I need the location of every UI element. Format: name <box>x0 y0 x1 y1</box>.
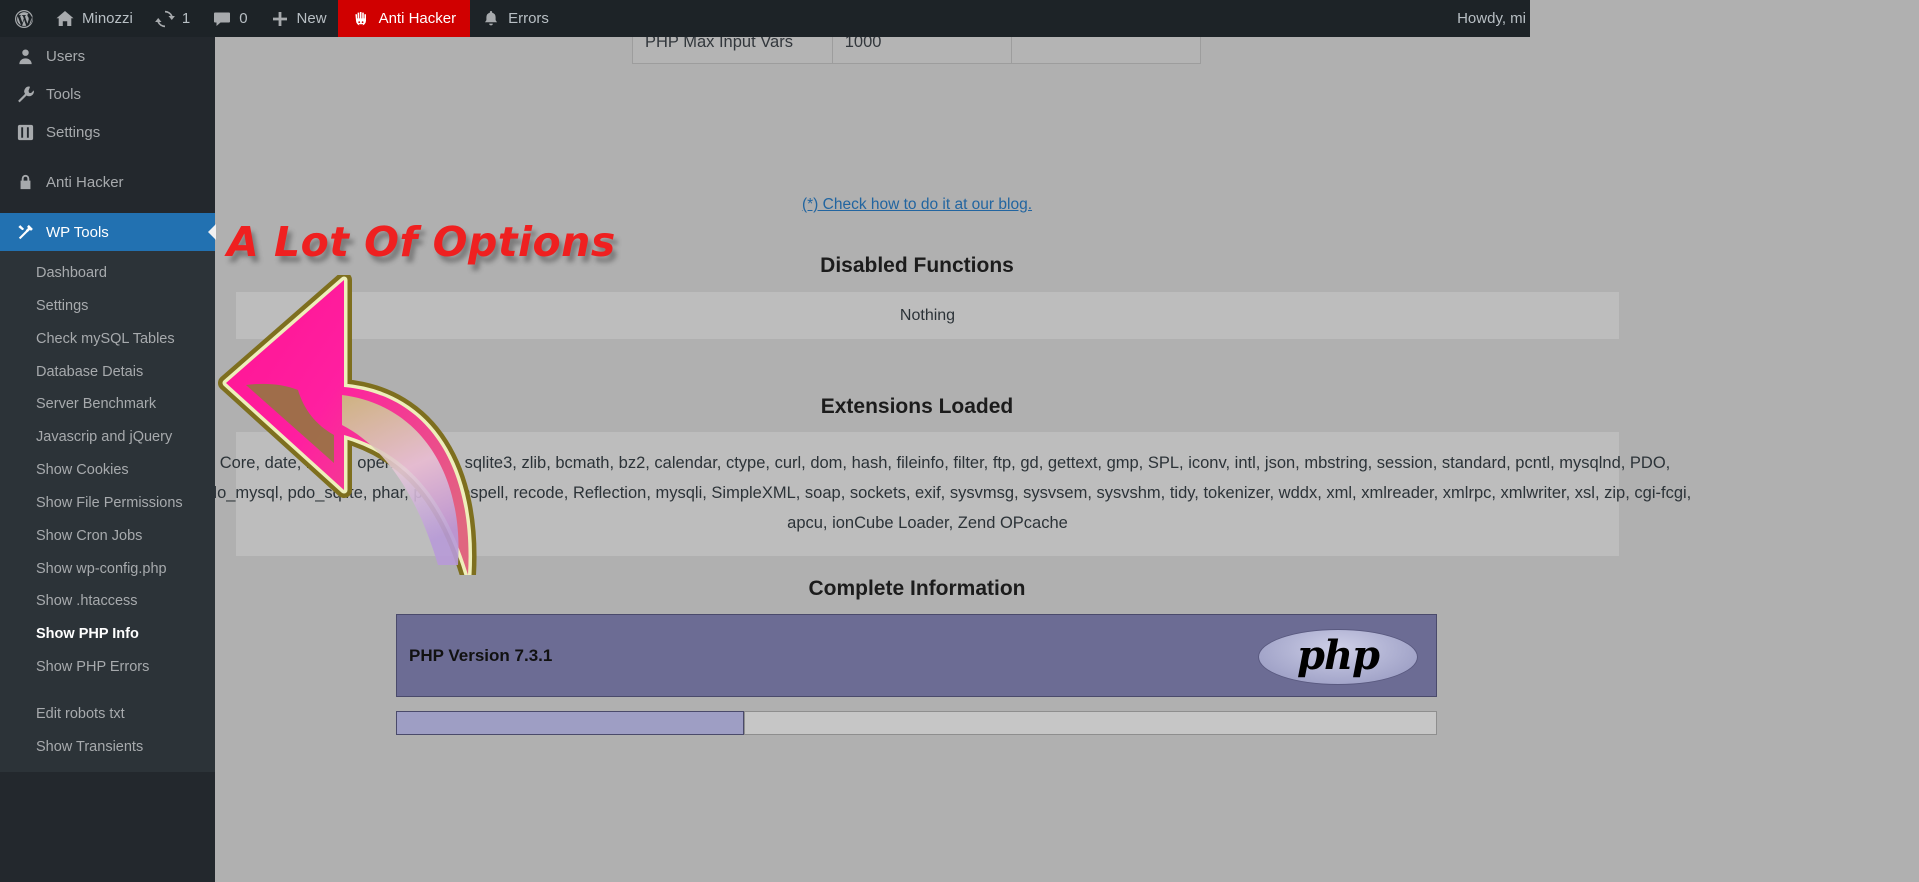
adminbar-updates-count: 1 <box>181 10 191 27</box>
adminbar-errors[interactable]: Errors <box>470 0 560 37</box>
sidebar-item-anti-hacker[interactable]: Anti Hacker <box>0 163 215 201</box>
adminbar-site-label: Minozzi <box>82 10 133 27</box>
lock-icon <box>14 171 36 193</box>
updates-icon <box>154 9 175 29</box>
complete-information-title: Complete Information <box>808 577 1026 600</box>
disabled-functions-body: Nothing <box>236 292 1619 339</box>
sidebar-item-label: Users <box>46 47 86 65</box>
annotation-text: A Lot Of Options <box>227 218 616 266</box>
php-info-strip <box>396 711 1437 735</box>
adminbar-new-label: New <box>296 10 327 27</box>
submenu-item-show-cron-jobs[interactable]: Show Cron Jobs <box>0 520 215 553</box>
extensions-line-1: Core, date, libxml, openssl, pcre, sqlit… <box>219 454 1671 472</box>
adminbar-site-name[interactable]: Minozzi <box>44 0 144 37</box>
sidebar-item-tools[interactable]: Tools <box>0 75 215 113</box>
php-info-strip-right <box>744 711 1437 735</box>
submenu-divider <box>0 684 215 698</box>
sliders-icon <box>14 121 36 143</box>
submenu-item-database-details[interactable]: Database Detais <box>0 356 215 389</box>
admin-sidebar: Users Tools Settings Anti Hacker WP Tool <box>0 0 216 882</box>
main-content: PHP Max Execution Time 300 sec PHP Max U… <box>199 0 1919 882</box>
wp-tools-submenu: Dashboard Settings Check mySQL Tables Da… <box>0 251 215 772</box>
extensions-loaded-title: Extensions Loaded <box>820 395 1014 418</box>
sidebar-item-users[interactable]: Users <box>0 37 215 75</box>
adminbar-comments[interactable]: 0 <box>201 0 258 37</box>
sidebar-item-label: Tools <box>46 85 82 103</box>
plus-icon <box>270 9 290 29</box>
bell-icon <box>481 9 501 29</box>
adminbar-howdy[interactable]: Howdy, mi <box>1457 0 1530 37</box>
submenu-item-server-benchmark[interactable]: Server Benchmark <box>0 388 215 421</box>
hammer-wrench-icon <box>14 221 36 243</box>
submenu-item-show-php-errors[interactable]: Show PHP Errors <box>0 651 215 684</box>
hand-icon <box>352 9 372 29</box>
adminbar-comments-count: 0 <box>239 10 248 27</box>
adminbar-wp-logo[interactable] <box>0 0 44 37</box>
submenu-item-show-transients[interactable]: Show Transients <box>0 731 215 764</box>
php-logo: php <box>1258 623 1418 689</box>
adminbar-updates[interactable]: 1 <box>144 0 201 37</box>
submenu-item-show-php-info[interactable]: Show PHP Info <box>0 618 215 651</box>
extensions-loaded-body: Core, date, libxml, openssl, pcre, sqlit… <box>199 432 1691 556</box>
adminbar-anti-hacker-label: Anti Hacker <box>378 10 457 27</box>
submenu-item-show-file-permissions[interactable]: Show File Permissions <box>0 487 215 520</box>
submenu-item-show-cookies[interactable]: Show Cookies <box>0 454 215 487</box>
submenu-item-show-wp-config[interactable]: Show wp-config.php <box>0 553 215 586</box>
extensions-line-2: pdo_mysql, pdo_sqlite, phar, posix, pspe… <box>198 484 1692 502</box>
submenu-item-edit-robots-txt[interactable]: Edit robots txt <box>0 698 215 731</box>
submenu-item-settings[interactable]: Settings <box>0 290 215 323</box>
extensions-line-3: apcu, ionCube Loader, Zend OPcache <box>787 514 1068 532</box>
comment-icon <box>212 9 232 29</box>
adminbar-new-content[interactable]: New <box>259 0 338 37</box>
submenu-item-show-htaccess[interactable]: Show .htaccess <box>0 585 215 618</box>
wordpress-icon <box>14 9 34 29</box>
screen: PHP Max Execution Time 300 sec PHP Max U… <box>0 0 1919 882</box>
submenu-item-check-mysql-tables[interactable]: Check mySQL Tables <box>0 323 215 356</box>
home-icon <box>55 9 75 29</box>
php-logo-text: php <box>1296 632 1380 679</box>
sidebar-item-label: Anti Hacker <box>46 173 124 191</box>
submenu-item-javascript-jquery[interactable]: Javascrip and jQuery <box>0 421 215 454</box>
sidebar-item-settings[interactable]: Settings <box>0 113 215 151</box>
php-version-banner: PHP Version 7.3.1 php <box>396 614 1437 697</box>
sidebar-item-label: Settings <box>46 123 101 141</box>
submenu-item-dashboard[interactable]: Dashboard <box>0 257 215 290</box>
php-version-label: PHP Version 7.3.1 <box>409 645 553 665</box>
adminbar-errors-label: Errors <box>508 10 549 27</box>
wrench-icon <box>14 83 36 105</box>
php-info-strip-left <box>396 711 744 735</box>
adminbar-spacer <box>560 0 1457 37</box>
adminbar-anti-hacker[interactable]: Anti Hacker <box>337 0 471 37</box>
sidebar-item-wp-tools[interactable]: WP Tools <box>0 213 216 251</box>
users-icon <box>14 45 36 67</box>
sidebar-item-label: WP Tools <box>46 223 109 241</box>
blog-howto-link[interactable]: (*) Check how to do it at our blog. <box>215 196 1619 214</box>
admin-bar: Minozzi 1 0 New Anti Hacker Errors Howdy… <box>0 0 1530 37</box>
